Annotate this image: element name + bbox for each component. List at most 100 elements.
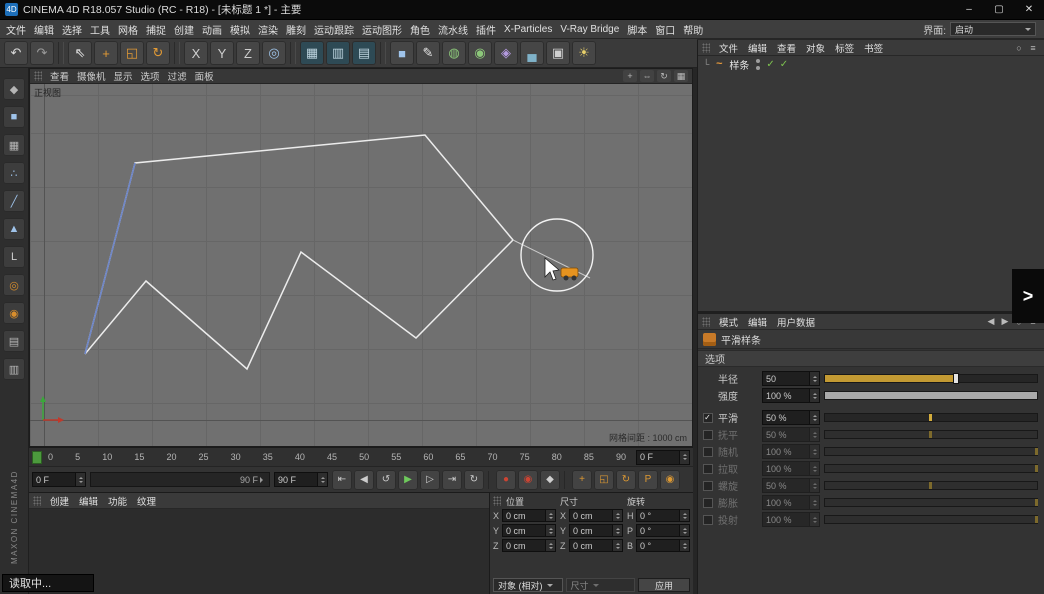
frame-tick-85[interactable]: 85 <box>584 452 594 462</box>
spin-up-icon[interactable] <box>812 374 817 378</box>
frame-tick-90[interactable]: 90 <box>616 452 626 462</box>
lock-z-button[interactable]: Z <box>236 41 260 65</box>
param-value-field[interactable]: 100 % <box>762 512 820 527</box>
param-checkbox[interactable] <box>702 446 713 457</box>
spin-up-icon[interactable] <box>682 526 687 530</box>
spin-up-icon[interactable] <box>615 526 620 530</box>
param-checkbox[interactable] <box>702 514 713 525</box>
param-slider[interactable] <box>824 430 1038 439</box>
param-value-field[interactable]: 100 % <box>762 461 820 476</box>
workplane-button[interactable]: ▤ <box>3 330 25 352</box>
rotate-tool[interactable]: ↻ <box>146 41 170 65</box>
play-backward-button[interactable]: ↺ <box>376 469 396 490</box>
pan-view-icon[interactable]: + <box>623 70 637 82</box>
spin-down-icon[interactable] <box>812 486 817 491</box>
param-slider[interactable] <box>824 373 1038 384</box>
spin-down-icon[interactable] <box>615 516 620 521</box>
coord-field-B[interactable]: 0 ° <box>636 539 690 552</box>
render-view-button[interactable]: ▦ <box>300 41 324 65</box>
frame-tick-55[interactable]: 55 <box>391 452 401 462</box>
spinner[interactable] <box>545 525 555 536</box>
menu-编辑[interactable]: 编辑 <box>30 21 58 38</box>
end-frame-field[interactable]: 90 F <box>274 472 328 487</box>
timeline-ruler[interactable]: 0 5 10 15 20 25 30 35 40 45 50 55 60 65 70 75 80 85 90 0 F <box>29 447 693 466</box>
spin-up-icon[interactable] <box>812 413 817 417</box>
spline-selected-segment[interactable] <box>84 162 136 355</box>
spin-up-icon[interactable] <box>615 511 620 515</box>
spin-up-icon[interactable] <box>812 498 817 502</box>
spinner[interactable] <box>679 525 689 536</box>
material-list[interactable] <box>29 509 489 594</box>
coord-field-Y[interactable]: 0 cm <box>569 524 623 537</box>
viewport-menu-摄像机[interactable]: 摄像机 <box>73 69 110 83</box>
spinner[interactable] <box>612 510 622 521</box>
spin-down-icon[interactable] <box>812 469 817 474</box>
param-checkbox[interactable] <box>702 429 713 440</box>
object-list[interactable]: └ ~ 样条 ✓ ✓ <box>698 56 1044 311</box>
object-menu-标签[interactable]: 标签 <box>830 41 859 55</box>
coordinate-mode-dropdown[interactable]: 对象 (相对) <box>493 578 563 592</box>
model-mode-button[interactable]: ■ <box>3 106 25 128</box>
param-value-field[interactable]: 50 % <box>762 478 820 493</box>
spin-down-icon[interactable] <box>812 520 817 525</box>
spin-up-icon[interactable] <box>78 475 83 479</box>
coord-field-P[interactable]: 0 ° <box>636 524 690 537</box>
spin-up-icon[interactable] <box>682 541 687 545</box>
spin-down-icon[interactable] <box>682 516 687 521</box>
scale-tool[interactable]: ◱ <box>120 41 144 65</box>
coord-field-Z[interactable]: 0 cm <box>502 539 556 552</box>
spinner[interactable] <box>809 445 819 458</box>
menu-脚本[interactable]: 脚本 <box>623 21 651 38</box>
spin-down-icon[interactable] <box>548 546 553 551</box>
preview-range-slider[interactable]: 90 F <box>90 472 270 487</box>
param-slider[interactable] <box>824 481 1038 490</box>
options-section-header[interactable]: 选项 <box>698 350 1044 367</box>
light-button[interactable]: ☀ <box>572 41 596 65</box>
interface-dropdown[interactable]: 启动 <box>950 22 1036 36</box>
prev-frame-button[interactable]: ◀ <box>354 469 374 490</box>
spline-path[interactable] <box>84 134 515 371</box>
menu-动画[interactable]: 动画 <box>198 21 226 38</box>
material-menu-纹理[interactable]: 纹理 <box>132 494 161 508</box>
enable-axis-button[interactable]: L <box>3 246 25 268</box>
spinner[interactable] <box>545 510 555 521</box>
object-name[interactable]: 样条 <box>729 57 749 72</box>
render-picture-viewer-button[interactable]: ▥ <box>326 41 350 65</box>
panel-grip[interactable] <box>493 496 501 506</box>
frame-tick-75[interactable]: 75 <box>520 452 530 462</box>
frame-tick-80[interactable]: 80 <box>552 452 562 462</box>
record-position-toggle[interactable]: + <box>572 469 592 490</box>
spin-up-icon[interactable] <box>682 511 687 515</box>
spin-up-icon[interactable] <box>682 452 687 456</box>
viewport-canvas[interactable]: 正视图 网格间距 : 1000 cm <box>30 84 692 446</box>
spinner[interactable] <box>75 473 85 486</box>
texture-mode-button[interactable]: ▦ <box>3 134 25 156</box>
attribute-menu-模式[interactable]: 模式 <box>714 315 743 329</box>
spinner[interactable] <box>612 525 622 536</box>
autokey-button[interactable]: ◉ <box>518 469 538 490</box>
redo-button[interactable]: ↷ <box>30 41 54 65</box>
spinner[interactable] <box>317 473 327 486</box>
spinner[interactable] <box>679 450 689 464</box>
param-slider[interactable] <box>824 413 1038 422</box>
menu-雕刻[interactable]: 雕刻 <box>282 21 310 38</box>
spin-up-icon[interactable] <box>548 511 553 515</box>
attribute-menu-编辑[interactable]: 编辑 <box>743 315 772 329</box>
filter-icon[interactable]: ≡ <box>1026 42 1040 54</box>
object-menu-对象[interactable]: 对象 <box>801 41 830 55</box>
record-parameter-toggle[interactable]: P <box>638 469 658 490</box>
param-checkbox[interactable] <box>702 480 713 491</box>
spin-down-icon[interactable] <box>812 396 817 401</box>
menu-网格[interactable]: 网格 <box>114 21 142 38</box>
spin-up-icon[interactable] <box>548 541 553 545</box>
frame-tick-35[interactable]: 35 <box>263 452 273 462</box>
spin-up-icon[interactable] <box>812 391 817 395</box>
spinner[interactable] <box>809 428 819 441</box>
param-checkbox[interactable]: ✓ <box>702 412 713 423</box>
current-frame-field[interactable]: 0 F <box>636 449 690 465</box>
coord-field-H[interactable]: 0 ° <box>636 509 690 522</box>
material-menu-创建[interactable]: 创建 <box>45 494 74 508</box>
spin-down-icon[interactable] <box>548 516 553 521</box>
object-item-spline[interactable]: └ ~ 样条 ✓ ✓ <box>698 56 1044 72</box>
spin-up-icon[interactable] <box>320 475 325 479</box>
